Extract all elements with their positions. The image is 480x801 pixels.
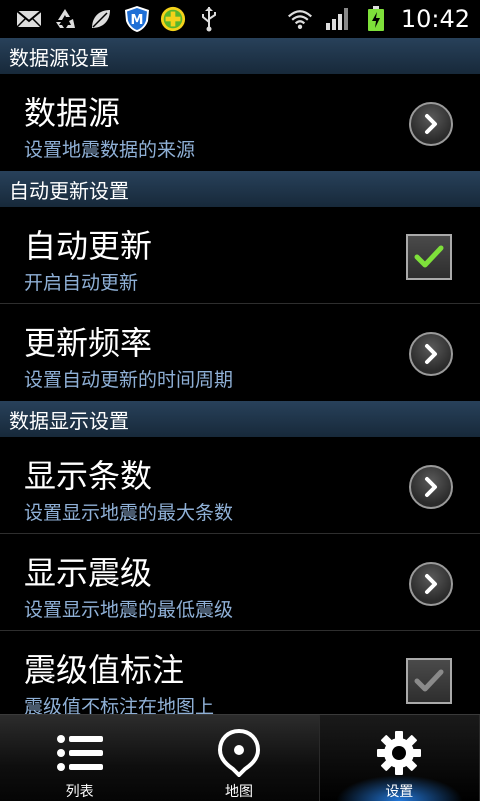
clock: 10:42 <box>400 5 470 33</box>
tab-label: 列表 <box>65 784 94 800</box>
plus-badge-icon <box>160 6 186 32</box>
wifi-icon <box>287 6 313 32</box>
setting-row-magnitude-label[interactable]: 震级值标注 震级值不标注在地图上 <box>0 631 480 714</box>
auto-update-checkbox[interactable] <box>406 234 452 280</box>
setting-row-auto-update[interactable]: 自动更新 开启自动更新 <box>0 207 480 304</box>
system-status-icons: 10:42 <box>287 5 470 33</box>
chevron-right-icon[interactable] <box>409 562 453 606</box>
signal-icon <box>325 6 351 32</box>
magnitude-label-checkbox[interactable] <box>406 658 452 704</box>
status-bar: M 10:42 <box>0 0 480 38</box>
setting-subtitle: 设置自动更新的时间周期 <box>24 369 234 391</box>
gear-icon <box>376 729 422 777</box>
section-header-data-display: 数据显示设置 <box>0 401 480 437</box>
recycle-icon <box>52 6 78 32</box>
chevron-right-icon[interactable] <box>409 332 453 376</box>
setting-subtitle: 设置地震数据的来源 <box>24 139 196 161</box>
bottom-tab-bar: 列表 地图 设置 <box>0 714 480 801</box>
svg-text:M: M <box>131 13 144 28</box>
tab-list[interactable]: 列表 <box>0 715 159 801</box>
battery-charging-icon <box>363 6 389 32</box>
checkmark-icon <box>414 245 444 268</box>
setting-title: 更新频率 <box>24 324 153 362</box>
setting-subtitle: 震级值不标注在地图上 <box>24 696 215 714</box>
setting-title: 数据源 <box>24 94 121 132</box>
map-pin-icon <box>217 729 261 777</box>
tab-label: 设置 <box>385 784 414 800</box>
settings-list[interactable]: 数据源设置 数据源 设置地震数据的来源 自动更新设置 自动更新 开启自动更新 更… <box>0 38 480 714</box>
tab-label: 地图 <box>224 784 253 800</box>
tab-settings[interactable]: 设置 <box>318 715 480 801</box>
section-header-auto-update: 自动更新设置 <box>0 171 480 207</box>
usb-icon <box>196 6 222 32</box>
chevron-right-icon[interactable] <box>409 102 453 146</box>
setting-title: 震级值标注 <box>24 651 185 689</box>
setting-row-display-count[interactable]: 显示条数 设置显示地震的最大条数 <box>0 437 480 534</box>
chevron-right-icon[interactable] <box>409 465 453 509</box>
setting-row-display-magnitude[interactable]: 显示震级 设置显示地震的最低震级 <box>0 534 480 631</box>
setting-title: 自动更新 <box>24 227 153 265</box>
checkmark-icon <box>414 669 444 692</box>
notification-icons: M <box>16 6 222 32</box>
section-header-data-source: 数据源设置 <box>0 38 480 74</box>
setting-title: 显示条数 <box>24 457 153 495</box>
setting-title: 显示震级 <box>24 554 153 592</box>
m-shield-icon: M <box>124 6 150 32</box>
setting-subtitle: 设置显示地震的最大条数 <box>24 502 234 524</box>
tab-map[interactable]: 地图 <box>159 715 318 801</box>
list-icon <box>56 729 104 777</box>
mail-icon <box>16 6 42 32</box>
setting-row-data-source[interactable]: 数据源 设置地震数据的来源 <box>0 74 480 171</box>
setting-row-update-frequency[interactable]: 更新频率 设置自动更新的时间周期 <box>0 304 480 401</box>
setting-subtitle: 设置显示地震的最低震级 <box>24 599 234 621</box>
setting-subtitle: 开启自动更新 <box>24 272 139 294</box>
leaf-icon <box>88 6 114 32</box>
